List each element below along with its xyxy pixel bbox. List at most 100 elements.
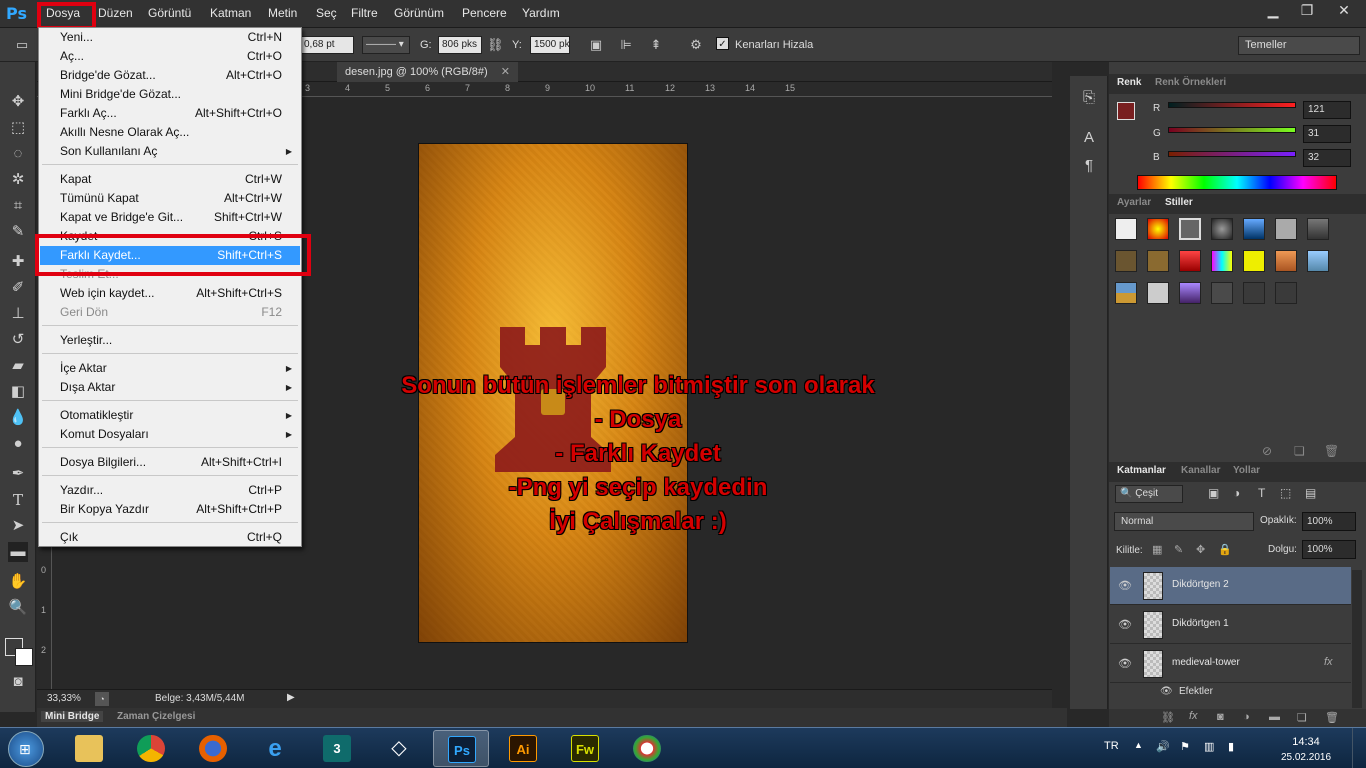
lasso-tool-icon[interactable]: ◌ xyxy=(8,144,28,164)
menu-item-yeni[interactable]: Yeni... Ctrl+N xyxy=(40,28,300,47)
taskbar-ie[interactable]: e xyxy=(247,730,303,767)
filter-shape-icon[interactable]: ⬚ xyxy=(1280,486,1291,500)
style-swatch[interactable] xyxy=(1275,250,1297,272)
layer-effects-fx-icon[interactable]: fx xyxy=(1324,656,1333,668)
close-icon[interactable]: ✕ xyxy=(1324,0,1364,20)
menu-duzen[interactable]: Düzen xyxy=(98,6,133,20)
blend-mode-select[interactable]: Normal xyxy=(1114,512,1254,531)
blur-tool-icon[interactable]: 💧 xyxy=(8,408,28,428)
lock-all-icon[interactable]: 🔒 xyxy=(1218,543,1232,556)
language-indicator[interactable]: TR xyxy=(1104,740,1119,752)
menu-item-dosya-bilgileri[interactable]: Dosya Bilgileri... Alt+Shift+Ctrl+I xyxy=(40,453,300,472)
filter-adjustment-icon[interactable]: ◑ xyxy=(1233,486,1240,500)
fill-input[interactable]: 100% xyxy=(1302,540,1356,559)
style-swatch[interactable] xyxy=(1115,250,1137,272)
menu-item-kapat-ve-bridgee-git[interactable]: Kapat ve Bridge'e Git... Shift+Ctrl+W xyxy=(40,208,300,227)
tab-kanallar[interactable]: Kanallar xyxy=(1181,465,1220,476)
restore-icon[interactable]: ❐ xyxy=(1290,0,1324,20)
height-input[interactable]: 1500 pk xyxy=(530,36,570,54)
history-panel-icon[interactable]: ⎘ xyxy=(1079,88,1099,108)
tab-renk[interactable]: Renk xyxy=(1117,77,1141,88)
style-swatch[interactable] xyxy=(1275,282,1297,304)
zoom-tool-icon[interactable]: 🔍 xyxy=(8,598,28,618)
path-selection-tool-icon[interactable]: ➤ xyxy=(8,516,28,536)
menu-item-ac[interactable]: Aç... Ctrl+O xyxy=(40,47,300,66)
delete-layer-icon[interactable]: 🗑 xyxy=(1325,711,1339,724)
status-options-icon[interactable]: ◔ xyxy=(95,692,109,706)
menu-yardim[interactable]: Yardım xyxy=(522,6,560,20)
menu-item-geri-don[interactable]: Geri Dön F12 xyxy=(40,303,300,322)
clone-stamp-tool-icon[interactable]: ⊥ xyxy=(8,304,28,324)
character-panel-icon[interactable]: A xyxy=(1079,128,1099,148)
start-button[interactable]: ⊞ xyxy=(8,731,44,767)
menu-item-yerlestir[interactable]: Yerleştir... xyxy=(40,331,300,350)
eraser-tool-icon[interactable]: ▰ xyxy=(8,356,28,376)
eye-icon[interactable]: 👁 xyxy=(1118,618,1132,631)
style-swatch[interactable] xyxy=(1275,218,1297,240)
menu-item-ice-aktar[interactable]: İçe Aktar ▶ xyxy=(40,359,300,378)
menu-item-son-kullanilani-ac[interactable]: Son Kullanılanı Aç ▶ xyxy=(40,142,300,161)
style-swatch[interactable] xyxy=(1307,218,1329,240)
dodge-tool-icon[interactable]: ● xyxy=(8,434,28,454)
history-brush-tool-icon[interactable]: ↺ xyxy=(8,330,28,350)
menu-item-mini-bridgede-gozat[interactable]: Mini Bridge'de Gözat... xyxy=(40,85,300,104)
menu-pencere[interactable]: Pencere xyxy=(462,6,507,20)
close-tab-icon[interactable]: ✕ xyxy=(501,66,510,78)
show-hidden-icons-icon[interactable]: ▲ xyxy=(1134,740,1143,750)
style-swatch[interactable] xyxy=(1211,218,1233,240)
style-swatch[interactable] xyxy=(1211,250,1233,272)
workspace-select[interactable]: Temeller xyxy=(1238,36,1360,55)
layer-row-medieval-tower[interactable]: 👁 medieval-tower fx xyxy=(1110,645,1351,683)
style-swatch[interactable] xyxy=(1211,282,1233,304)
crop-tool-icon[interactable]: ⌗ xyxy=(8,196,28,216)
pen-tool-icon[interactable]: ✒ xyxy=(8,464,28,484)
color-spectrum-bar[interactable] xyxy=(1137,175,1337,190)
gear-icon[interactable]: ⚙ xyxy=(688,37,704,53)
style-swatch[interactable] xyxy=(1179,250,1201,272)
healing-brush-tool-icon[interactable]: ✚ xyxy=(8,252,28,272)
taskbar-illustrator[interactable]: Ai xyxy=(495,730,551,767)
eyedropper-tool-icon[interactable]: ✎ xyxy=(8,222,28,242)
marquee-tool-icon[interactable]: ⬚ xyxy=(8,118,28,138)
layer-row-dikdortgen-2[interactable]: 👁 Dikdörtgen 2 xyxy=(1110,567,1351,605)
layer-filter-select[interactable]: 🔍 Çeşit xyxy=(1115,485,1183,503)
lock-pixels-icon[interactable]: ✎ xyxy=(1174,543,1183,556)
menu-item-otomatiklestir[interactable]: Otomatikleştir ▶ xyxy=(40,406,300,425)
new-style-icon[interactable]: ❏ xyxy=(1294,444,1305,458)
menu-filtre[interactable]: Filtre xyxy=(351,6,378,20)
gradient-tool-icon[interactable]: ◧ xyxy=(8,382,28,402)
taskbar-3dsmax[interactable]: 3 xyxy=(309,730,365,767)
shape-tool-preset-icon[interactable]: ▭ xyxy=(14,37,30,53)
style-swatch[interactable] xyxy=(1147,250,1169,272)
taskbar-chrome[interactable] xyxy=(123,730,179,767)
menu-item-cik[interactable]: Çık Ctrl+Q xyxy=(40,528,300,547)
taskbar-explorer[interactable] xyxy=(61,730,117,767)
style-none-swatch[interactable] xyxy=(1115,218,1137,240)
filter-pixel-icon[interactable]: ▣ xyxy=(1208,486,1219,500)
clear-style-icon[interactable]: ⊘ xyxy=(1262,444,1272,458)
menu-item-farkli-ac[interactable]: Farklı Aç... Alt+Shift+Ctrl+O xyxy=(40,104,300,123)
delete-style-icon[interactable]: 🗑 xyxy=(1324,444,1339,458)
tab-katmanlar[interactable]: Katmanlar xyxy=(1117,465,1166,476)
g-slider[interactable] xyxy=(1168,127,1296,133)
lock-position-icon[interactable]: ✥ xyxy=(1196,543,1205,556)
tab-stiller[interactable]: Stiller xyxy=(1165,197,1193,208)
tab-ayarlar[interactable]: Ayarlar xyxy=(1117,197,1151,208)
add-mask-icon[interactable]: ◙ xyxy=(1217,711,1224,723)
style-swatch[interactable] xyxy=(1179,218,1201,240)
effects-eye-icon[interactable]: 👁 xyxy=(1160,686,1173,697)
menu-metin[interactable]: Metin xyxy=(268,6,297,20)
menu-item-yazdir[interactable]: Yazdır... Ctrl+P xyxy=(40,481,300,500)
b-value-input[interactable]: 32 xyxy=(1303,149,1351,167)
tab-yollar[interactable]: Yollar xyxy=(1233,465,1260,476)
color-panel-foreground[interactable] xyxy=(1117,102,1135,120)
hand-tool-icon[interactable]: ✋ xyxy=(8,572,28,592)
zoom-level[interactable]: 33,33% xyxy=(47,693,81,704)
menu-item-disa-aktar[interactable]: Dışa Aktar ▶ xyxy=(40,378,300,397)
tab-renk-ornekleri[interactable]: Renk Örnekleri xyxy=(1155,77,1226,88)
brush-tool-icon[interactable]: ✐ xyxy=(8,278,28,298)
link-icon[interactable]: ⛓ xyxy=(487,37,504,53)
quick-mask-icon[interactable]: ◙ xyxy=(8,672,28,692)
minimize-icon[interactable]: ▁ xyxy=(1256,0,1290,20)
stroke-type-select[interactable]: ——— ▾ xyxy=(362,36,410,54)
